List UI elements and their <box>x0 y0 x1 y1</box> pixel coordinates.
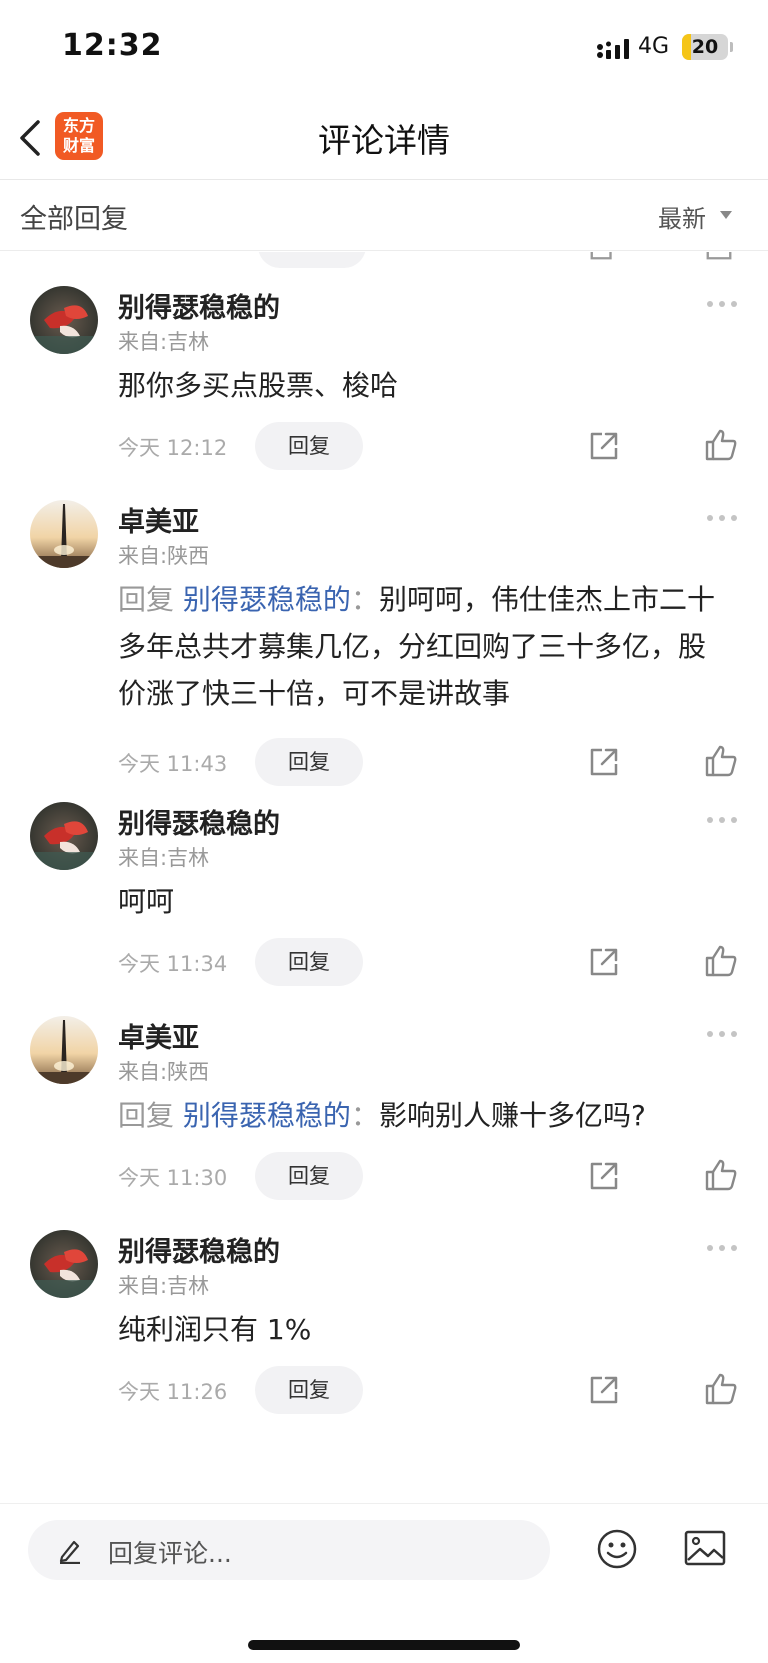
user-location: 来自:陕西 <box>118 1060 210 1084</box>
timestamp: 今天 11:30 <box>118 1166 228 1190</box>
user-name[interactable]: 别得瑟稳稳的 <box>118 286 280 325</box>
comment-text: 呵呵 <box>118 878 733 925</box>
avatar[interactable] <box>30 286 98 354</box>
more-icon[interactable] <box>706 816 738 824</box>
reply-button[interactable]: 回复 <box>255 938 363 986</box>
share-icon[interactable] <box>588 430 620 462</box>
thumbs-up-icon[interactable] <box>704 428 738 462</box>
reply-button[interactable]: 回复 <box>255 422 363 470</box>
more-icon[interactable] <box>706 1030 738 1038</box>
home-indicator[interactable] <box>248 1640 520 1650</box>
more-icon[interactable] <box>706 514 738 522</box>
comment-item[interactable]: 别得瑟稳稳的来自:吉林那你多买点股票、梭哈今天 12:12 回复 <box>0 286 768 478</box>
comment-body: 影响别人赚十多亿吗? <box>378 1099 646 1132</box>
bottom-reply-bar: 回复评论... <box>0 1503 768 1663</box>
reply-comment-input[interactable]: 回复评论... <box>28 1520 550 1580</box>
reply-button-previous[interactable] <box>258 252 366 268</box>
timestamp: 今天 11:26 <box>118 1380 228 1404</box>
comment-item[interactable]: 卓美亚来自:陕西回复 别得瑟稳稳的：别呵呵，伟仕佳杰上市二十多年总共才募集几亿，… <box>0 500 768 794</box>
comment-text: 那你多买点股票、梭哈 <box>118 362 733 409</box>
timestamp: 今天 12:12 <box>118 436 228 460</box>
reply-prefix: 回复 <box>118 583 175 616</box>
pencil-icon <box>59 1540 80 1564</box>
avatar[interactable] <box>30 500 98 568</box>
comment-body: 呵呵 <box>118 885 175 918</box>
share-icon[interactable] <box>588 1374 620 1406</box>
reply-target-user[interactable]: 别得瑟稳稳的 <box>183 583 351 616</box>
comment-item[interactable]: 卓美亚来自:陕西回复 别得瑟稳稳的：影响别人赚十多亿吗? 今天 11:30 回复 <box>0 1016 768 1208</box>
avatar[interactable] <box>30 1230 98 1298</box>
image-icon[interactable] <box>684 1530 726 1566</box>
battery-cap <box>730 42 733 52</box>
reply-button[interactable]: 回复 <box>255 1366 363 1414</box>
reply-button[interactable]: 回复 <box>255 1152 363 1200</box>
comment-body: 纯利润只有 1% <box>118 1313 312 1346</box>
timestamp: 今天 11:34 <box>118 952 228 976</box>
comment-text: 纯利润只有 1% <box>118 1306 733 1353</box>
thumbs-up-icon[interactable] <box>704 1372 738 1406</box>
timestamp: 今天 11:43 <box>118 752 228 776</box>
user-name[interactable]: 卓美亚 <box>118 1016 199 1055</box>
reply-button[interactable]: 回复 <box>255 738 363 786</box>
network-type: 4G <box>638 34 670 59</box>
user-name[interactable]: 卓美亚 <box>118 500 199 539</box>
comment-item[interactable]: 别得瑟稳稳的来自:吉林纯利润只有 1% 今天 11:26 回复 <box>0 1230 768 1422</box>
user-location: 来自:吉林 <box>118 330 210 354</box>
reply-separator: ： <box>350 1099 379 1132</box>
reply-target-user[interactable]: 别得瑟稳稳的 <box>183 1099 351 1132</box>
nav-header: 东方 财富 评论详情 <box>0 96 768 180</box>
battery-icon: 20 <box>682 34 728 60</box>
comment-text: 回复 别得瑟稳稳的：影响别人赚十多亿吗? <box>118 1092 733 1139</box>
section-title: 全部回复 <box>20 204 128 235</box>
signal-strength-icon <box>597 39 629 59</box>
sort-dropdown[interactable]: 最新 <box>658 199 706 234</box>
user-location: 来自:吉林 <box>118 846 210 870</box>
like-icon[interactable] <box>704 252 734 262</box>
battery-percentage: 20 <box>691 36 719 58</box>
comment-body: 那你多买点股票、梭哈 <box>118 369 399 402</box>
comment-item[interactable]: 别得瑟稳稳的来自:吉林呵呵今天 11:34 回复 <box>0 802 768 994</box>
reply-input-placeholder: 回复评论... <box>108 1539 232 1568</box>
comment-meta-row: 今天 11:30 回复 <box>0 1152 768 1200</box>
page-title: 评论详情 <box>318 121 450 160</box>
comment-text: 回复 别得瑟稳稳的：别呵呵，伟仕佳杰上市二十多年总共才募集几亿，分红回购了三十多… <box>118 576 733 717</box>
status-time: 12:32 <box>62 28 163 63</box>
user-name[interactable]: 别得瑟稳稳的 <box>118 802 280 841</box>
user-location: 来自:吉林 <box>118 1274 210 1298</box>
reply-prefix: 回复 <box>118 1099 175 1132</box>
thumbs-up-icon[interactable] <box>704 1158 738 1192</box>
user-location: 来自:陕西 <box>118 544 210 568</box>
thumbs-up-icon[interactable] <box>704 744 738 778</box>
comment-meta-row: 今天 12:12 回复 <box>0 422 768 470</box>
avatar[interactable] <box>30 1016 98 1084</box>
reply-separator: ： <box>350 583 379 616</box>
more-icon[interactable] <box>706 1244 738 1252</box>
emoji-icon[interactable] <box>596 1528 638 1570</box>
more-icon[interactable] <box>706 300 738 308</box>
comment-meta-row: 今天 11:26 回复 <box>0 1366 768 1414</box>
comment-meta-row: 今天 11:34 回复 <box>0 938 768 986</box>
comment-meta-row: 今天 11:43 回复 <box>0 738 768 786</box>
caret-down-icon[interactable] <box>720 211 732 219</box>
user-name[interactable]: 别得瑟稳稳的 <box>118 1230 280 1269</box>
replies-section-bar: 全部回复 最新 <box>0 181 768 251</box>
share-icon[interactable] <box>588 1160 620 1192</box>
avatar[interactable] <box>30 802 98 870</box>
share-icon[interactable] <box>588 252 618 262</box>
share-icon[interactable] <box>588 946 620 978</box>
thumbs-up-icon[interactable] <box>704 944 738 978</box>
share-icon[interactable] <box>588 746 620 778</box>
comment-list[interactable]: 别得瑟稳稳的 来自:吉林 那你多买点股票、梭哈 今天 12:12 回复 卓美亚 来自:陕西回… <box>0 252 768 1502</box>
status-bar: 12:32 4G 20 <box>0 0 768 96</box>
